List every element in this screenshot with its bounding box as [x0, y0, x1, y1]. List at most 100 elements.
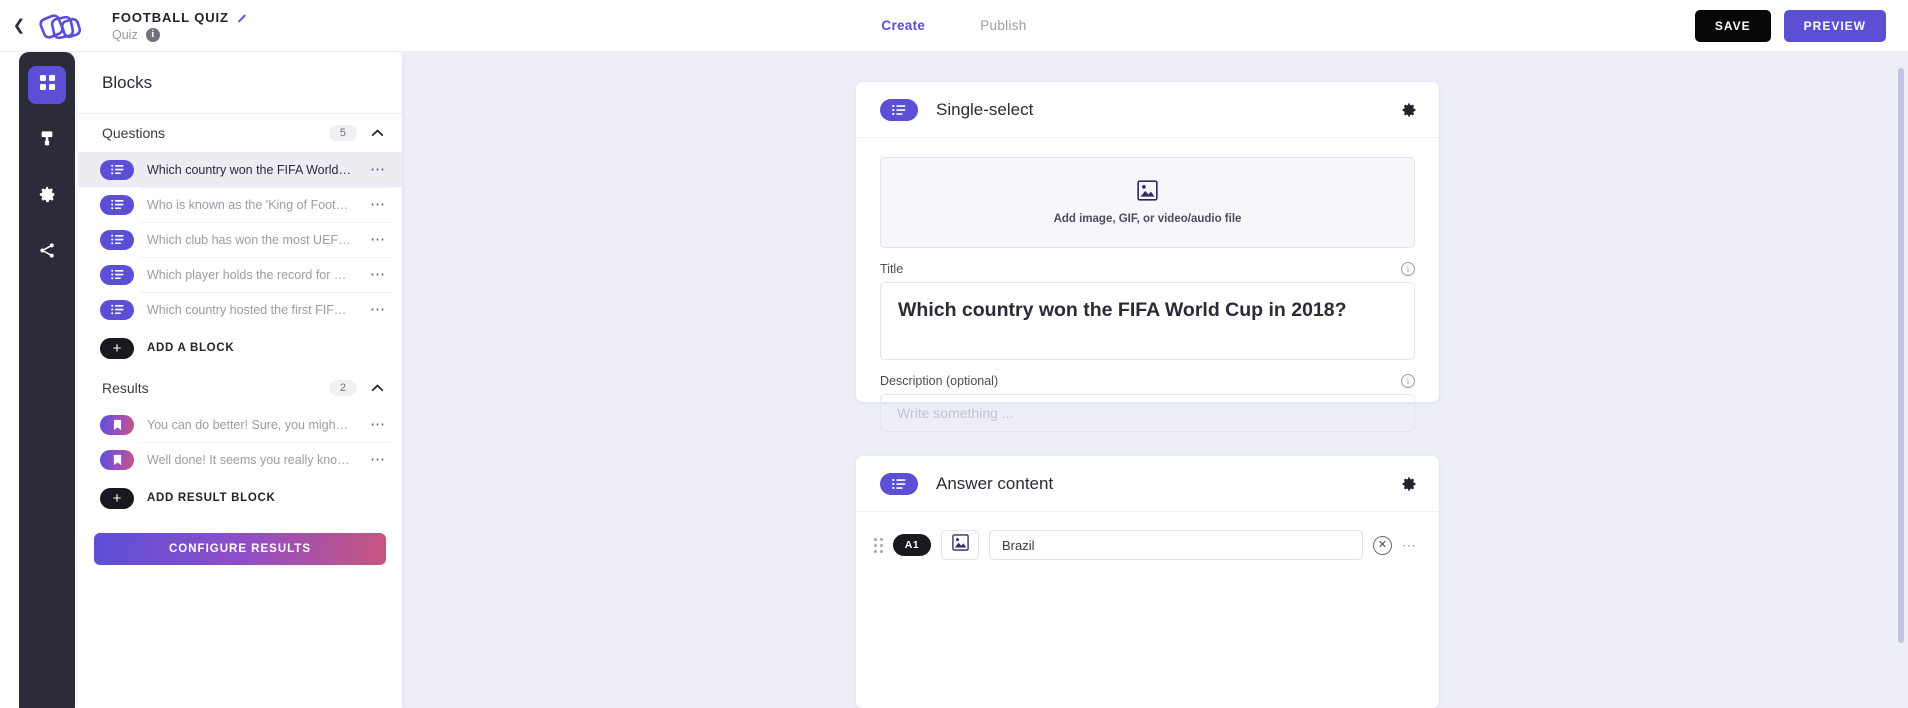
rail-item-design[interactable]: [28, 122, 66, 160]
blocks-panel: Blocks Questions 5 Which country won the…: [78, 52, 402, 708]
title-field-label-row: Title i: [880, 262, 1415, 276]
question-card-body: Add image, GIF, or video/audio file Titl…: [856, 138, 1439, 432]
chevron-left-icon[interactable]: ❮: [6, 18, 32, 33]
single-select-icon: [100, 300, 134, 320]
single-select-icon: [100, 230, 134, 250]
top-bar-actions: SAVE PREVIEW: [1695, 10, 1886, 42]
brand-logo-icon[interactable]: [32, 6, 90, 46]
rail-item-settings[interactable]: [28, 178, 66, 216]
list-divider: [140, 187, 390, 188]
editor-canvas: Single-select Add image, GIF, or video/a…: [402, 52, 1908, 708]
more-options-icon[interactable]: ⋯: [366, 417, 390, 432]
single-select-icon: [100, 265, 134, 285]
results-section-title: Results: [102, 380, 329, 396]
plus-icon: +: [100, 488, 134, 509]
sidebar-item-result-1[interactable]: You can do better! Sure, you migh… ⋯: [78, 407, 402, 442]
answer-key-badge: A1: [893, 534, 931, 556]
list-divider: [140, 257, 390, 258]
sidebar-item-label: Which country won the FIFA World…: [147, 163, 366, 177]
more-options-icon[interactable]: ⋯: [366, 302, 390, 317]
info-icon[interactable]: i: [146, 28, 160, 42]
sidebar-item-label: Which player holds the record for …: [147, 268, 366, 282]
top-bar: ❮ FOOTBALL QUIZ Quiz i Create Publish: [0, 0, 1908, 52]
list-divider: [140, 442, 390, 443]
results-count-badge: 2: [329, 380, 357, 396]
gear-icon[interactable]: [1401, 476, 1417, 492]
sidebar-item-question-5[interactable]: Which country hosted the first FIF… ⋯: [78, 292, 402, 327]
sidebar-item-question-3[interactable]: Which club has won the most UEF… ⋯: [78, 222, 402, 257]
answer-text-input[interactable]: [989, 530, 1363, 560]
more-options-icon[interactable]: ⋯: [1402, 537, 1417, 554]
chevron-up-icon[interactable]: [371, 384, 384, 392]
document-type-label: Quiz: [112, 28, 138, 42]
media-dropzone-label: Add image, GIF, or video/audio file: [1054, 213, 1242, 225]
add-result-block-label: ADD RESULT BLOCK: [147, 492, 276, 504]
title-field-label: Title: [880, 262, 1401, 276]
sidebar-item-label: Well done! It seems you really kno…: [147, 453, 366, 467]
results-section-header: Results 2: [78, 369, 402, 407]
add-a-block-label: ADD A BLOCK: [147, 342, 234, 354]
questions-count-badge: 5: [329, 125, 357, 141]
page-title: FOOTBALL QUIZ: [112, 10, 229, 25]
image-placeholder-icon: [1137, 180, 1158, 206]
sidebar-item-question-2[interactable]: Who is known as the 'King of Foot… ⋯: [78, 187, 402, 222]
chevron-up-icon[interactable]: [371, 129, 384, 137]
main-nav-tabs: Create Publish: [881, 0, 1026, 52]
rail-item-share[interactable]: [28, 234, 66, 272]
add-a-block-button[interactable]: + ADD A BLOCK: [78, 327, 402, 369]
more-options-icon[interactable]: ⋯: [366, 452, 390, 467]
bookmark-icon: [100, 415, 134, 435]
blocks-icon: [39, 74, 56, 96]
document-title-block: FOOTBALL QUIZ Quiz i: [112, 10, 248, 42]
answer-card-title: Answer content: [936, 474, 1401, 494]
question-block-card: Single-select Add image, GIF, or video/a…: [856, 82, 1439, 402]
more-options-icon[interactable]: ⋯: [366, 232, 390, 247]
left-icon-rail: [19, 52, 75, 708]
image-placeholder-icon: [952, 534, 969, 556]
bookmark-icon: [100, 450, 134, 470]
configure-results-button[interactable]: CONFIGURE RESULTS: [94, 533, 386, 565]
add-result-block-button[interactable]: + ADD RESULT BLOCK: [78, 477, 402, 519]
remove-circle-icon[interactable]: ✕: [1373, 536, 1392, 555]
questions-section-header: Questions 5: [78, 114, 402, 152]
single-select-icon: [880, 473, 918, 495]
vertical-scrollbar[interactable]: [1894, 52, 1908, 708]
description-input[interactable]: Write something ...: [880, 394, 1415, 432]
blocks-panel-title: Blocks: [102, 73, 152, 93]
sidebar-item-label: Which club has won the most UEF…: [147, 233, 366, 247]
sidebar-item-question-1[interactable]: Which country won the FIFA World… ⋯: [78, 152, 402, 187]
answer-row: A1 ✕ ⋯: [856, 530, 1439, 560]
tab-publish[interactable]: Publish: [980, 18, 1026, 33]
plus-icon: +: [100, 338, 134, 359]
more-options-icon[interactable]: ⋯: [366, 162, 390, 177]
share-icon: [39, 242, 56, 264]
title-input[interactable]: Which country won the FIFA World Cup in …: [880, 282, 1415, 360]
scrollbar-thumb[interactable]: [1898, 68, 1904, 643]
pencil-icon[interactable]: [237, 12, 248, 23]
answer-card-header: Answer content: [856, 456, 1439, 512]
preview-button[interactable]: PREVIEW: [1784, 10, 1886, 42]
questions-section-title: Questions: [102, 125, 329, 141]
media-dropzone[interactable]: Add image, GIF, or video/audio file: [880, 157, 1415, 248]
list-divider: [140, 222, 390, 223]
rail-item-blocks[interactable]: [28, 66, 66, 104]
answer-content-card: Answer content A1: [856, 456, 1439, 708]
gear-icon[interactable]: [1401, 102, 1417, 118]
info-icon[interactable]: i: [1401, 374, 1415, 388]
description-field-label-row: Description (optional) i: [880, 374, 1415, 388]
question-card-title: Single-select: [936, 100, 1401, 120]
list-divider: [140, 292, 390, 293]
sidebar-item-question-4[interactable]: Which player holds the record for … ⋯: [78, 257, 402, 292]
save-button[interactable]: SAVE: [1695, 10, 1771, 42]
more-options-icon[interactable]: ⋯: [366, 197, 390, 212]
single-select-icon: [100, 195, 134, 215]
info-icon[interactable]: i: [1401, 262, 1415, 276]
single-select-icon: [880, 99, 918, 121]
sidebar-item-label: You can do better! Sure, you migh…: [147, 418, 366, 432]
more-options-icon[interactable]: ⋯: [366, 267, 390, 282]
single-select-icon: [100, 160, 134, 180]
answer-image-button[interactable]: [941, 530, 979, 560]
drag-handle-icon[interactable]: [874, 538, 883, 553]
sidebar-item-result-2[interactable]: Well done! It seems you really kno… ⋯: [78, 442, 402, 477]
tab-create[interactable]: Create: [881, 18, 925, 33]
